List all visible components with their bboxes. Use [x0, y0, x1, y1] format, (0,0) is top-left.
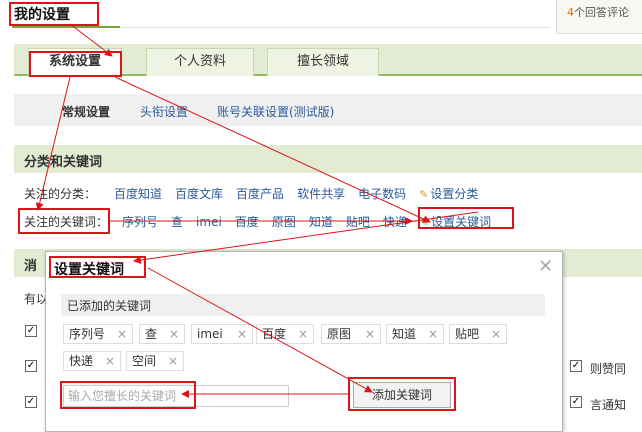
- annotation-arrow: [147, 267, 373, 393]
- annotation-arrows: [35, 23, 479, 398]
- annotation-arrow: [133, 211, 479, 264]
- annotation-arrow: [69, 23, 113, 57]
- annotation-arrow: [35, 76, 71, 211]
- annotation-arrow: [114, 76, 431, 223]
